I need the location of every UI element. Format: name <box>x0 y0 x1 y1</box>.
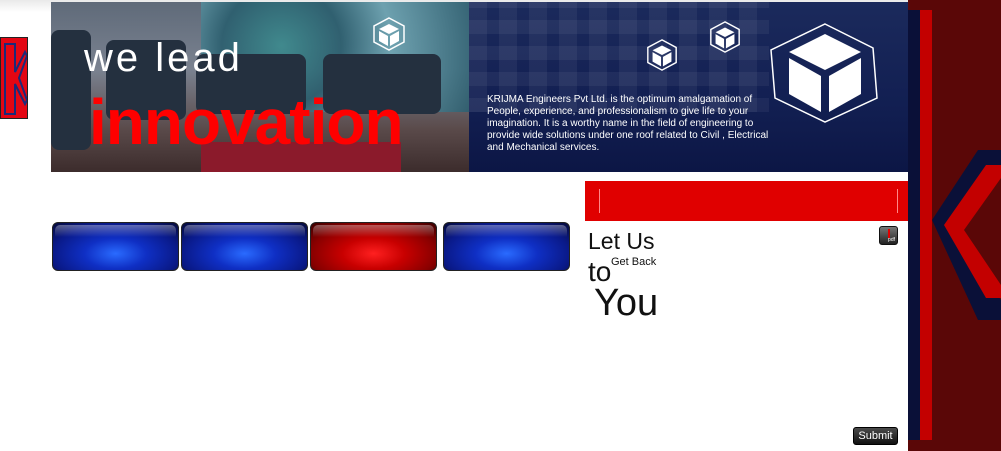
side-brand-panel <box>908 0 1001 451</box>
cube-logo-icon <box>710 21 740 53</box>
contact-subheading: Get Back <box>611 256 657 268</box>
cube-logo-icon <box>647 39 677 71</box>
brand-logo-side[interactable] <box>0 37 28 119</box>
nav-tab-2[interactable] <box>181 222 308 271</box>
pdf-icon[interactable]: pdf <box>879 226 898 245</box>
nav-tab-4[interactable] <box>443 222 570 271</box>
tagline-innovation: innovation <box>89 86 404 158</box>
submit-button[interactable]: Submit <box>853 427 898 445</box>
hero-banner: we lead innovation KRIJMA Engineers Pvt … <box>51 2 909 172</box>
contact-heading-you: You <box>594 282 659 324</box>
cube-logo-icon <box>373 17 405 51</box>
nav-tab-3-active[interactable] <box>310 222 437 271</box>
company-description: KRIJMA Engineers Pvt Ltd. is the optimum… <box>487 94 769 153</box>
contact-header-bar <box>585 180 908 221</box>
nav-tab-1[interactable] <box>52 222 179 271</box>
contact-heading-let-us: Let Us <box>588 228 655 254</box>
tagline-we-lead: we lead <box>84 36 243 80</box>
